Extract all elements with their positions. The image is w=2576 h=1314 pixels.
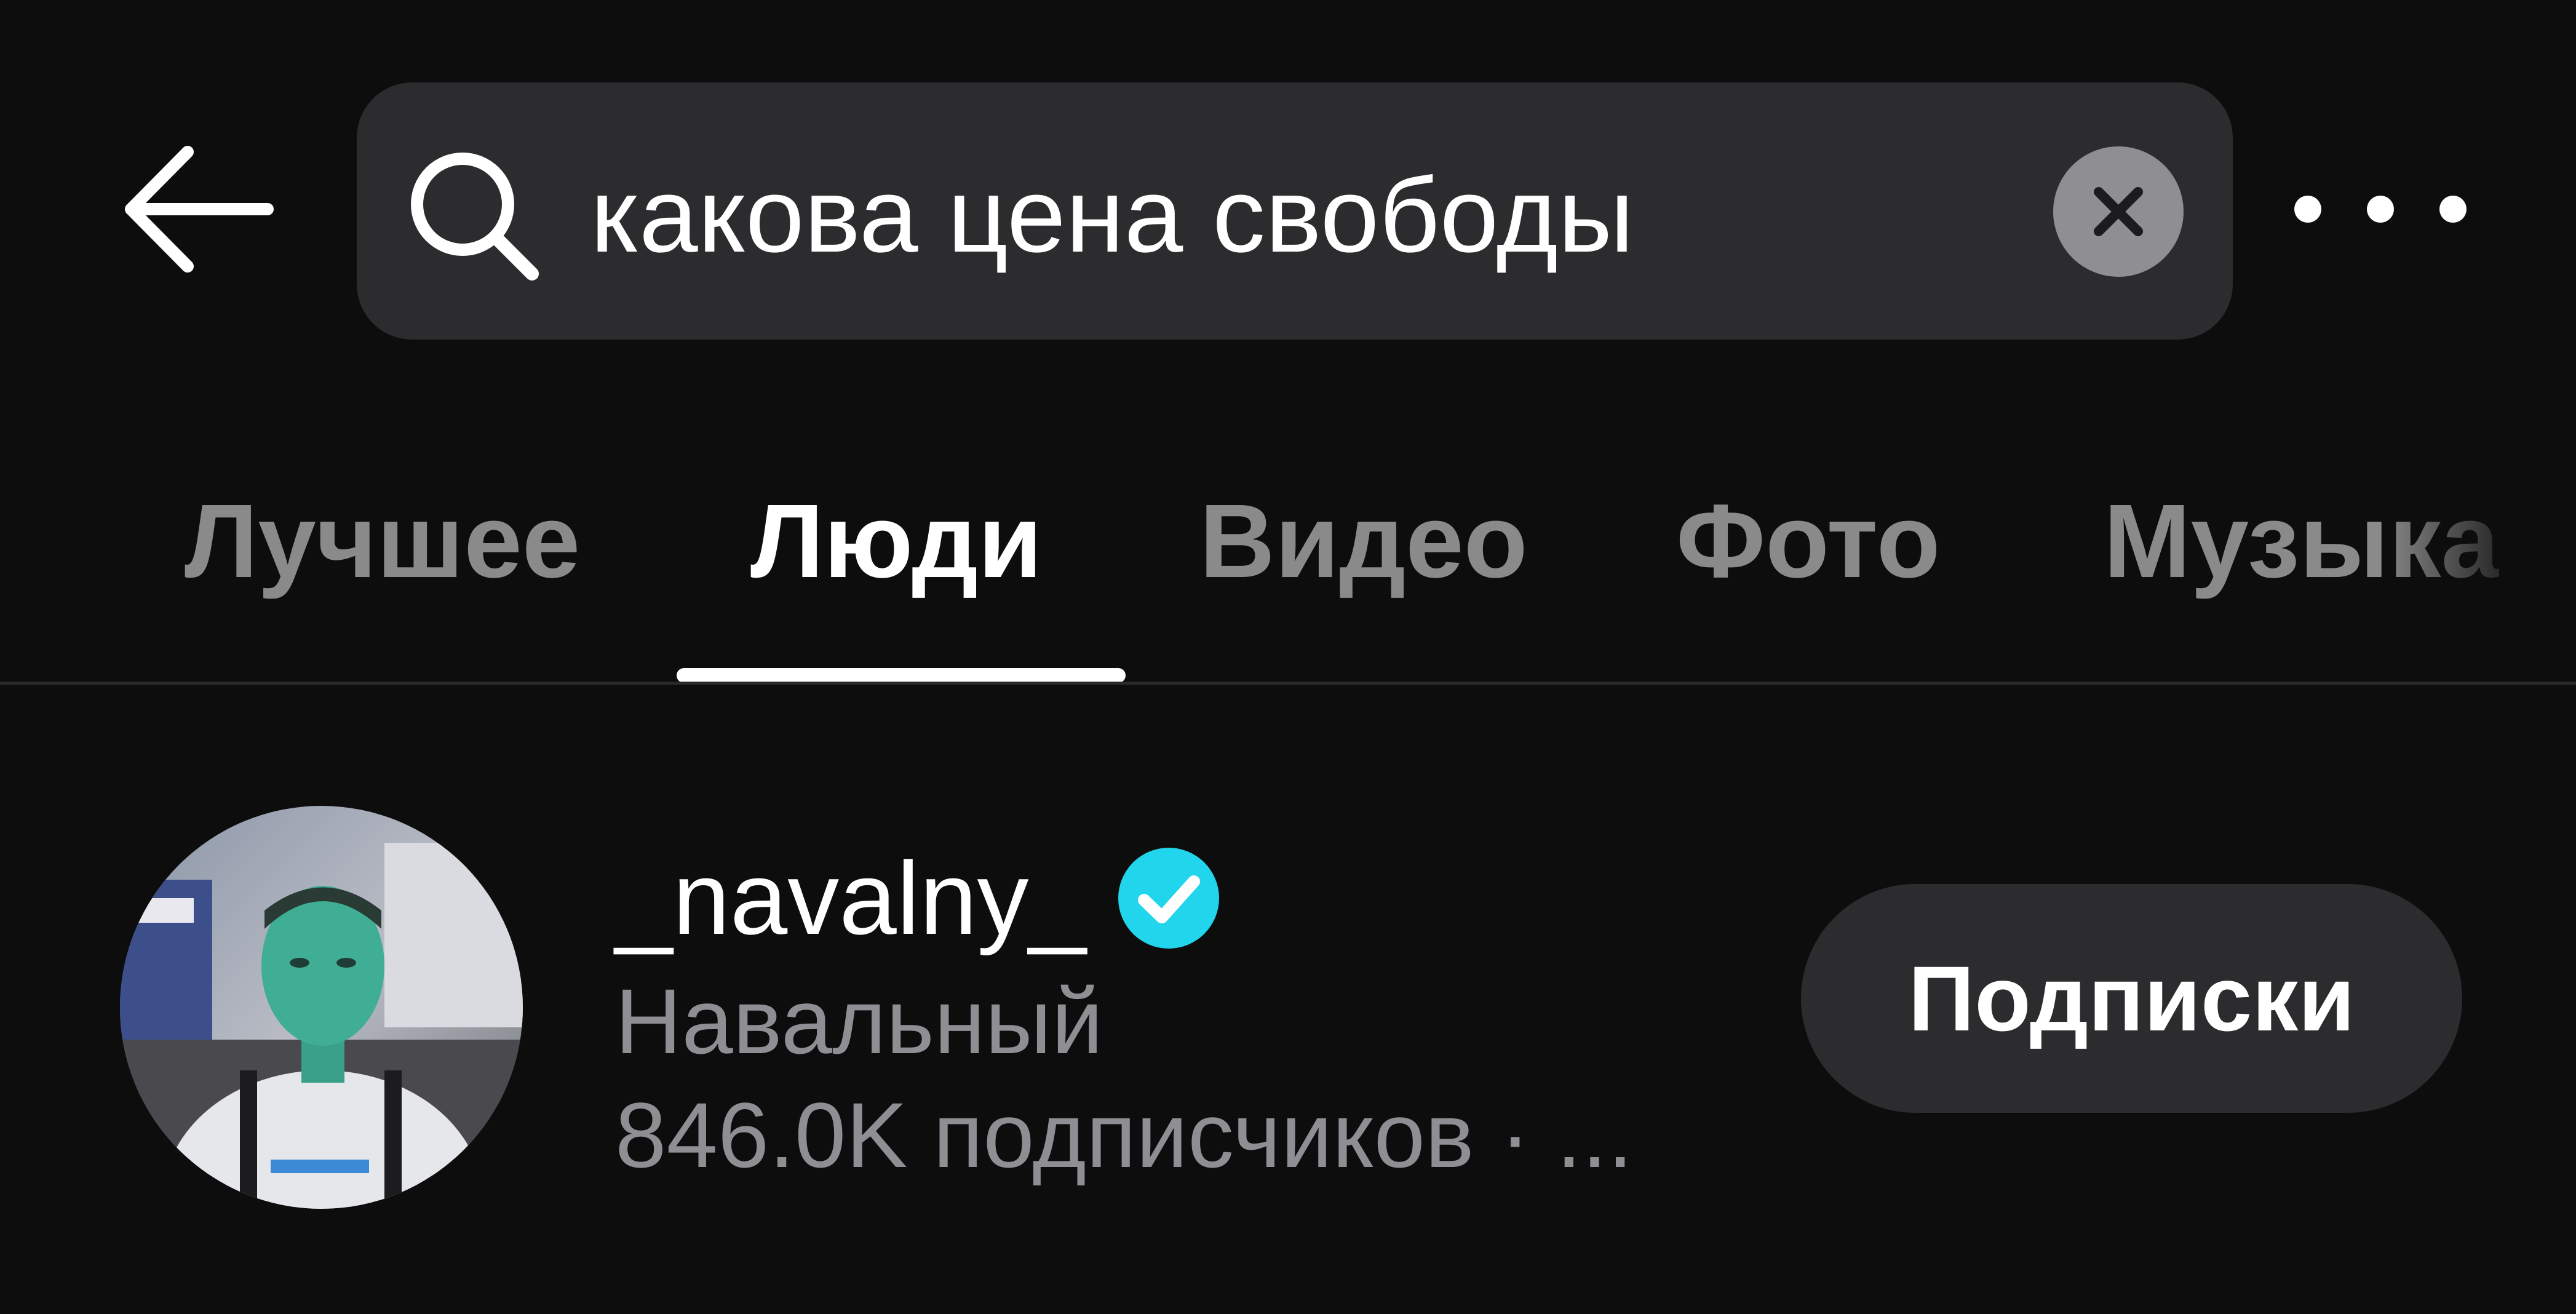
more-dot-icon	[2439, 196, 2467, 223]
tab-video[interactable]: Видео	[1199, 468, 1528, 615]
more-options-button[interactable]	[2294, 166, 2467, 252]
avatar[interactable]	[120, 806, 523, 1209]
tabs-divider	[0, 682, 2576, 685]
more-dot-icon	[2294, 196, 2321, 223]
active-tab-indicator	[677, 668, 1126, 683]
tab-best[interactable]: Лучшее	[185, 468, 580, 615]
clear-search-button[interactable]	[2053, 146, 2184, 277]
back-button[interactable]	[117, 141, 277, 277]
verified-badge-icon	[1118, 848, 1219, 949]
arrow-left-icon	[125, 146, 274, 273]
following-button[interactable]: Подписки	[1801, 884, 2462, 1113]
avatar-photo	[120, 806, 523, 1209]
tab-people[interactable]: Люди	[750, 468, 1043, 615]
tab-music[interactable]: Музыка	[2104, 468, 2499, 615]
search-input[interactable]	[590, 123, 2005, 308]
result-username[interactable]: _navalny_	[615, 837, 1086, 960]
more-dot-icon	[2367, 196, 2394, 223]
result-display-name: Навальный	[615, 970, 1103, 1073]
close-icon	[2094, 187, 2143, 236]
result-followers-count: 846.0K подписчиков · ...	[615, 1083, 1633, 1187]
search-icon	[411, 153, 539, 281]
tab-photo[interactable]: Фото	[1676, 468, 1941, 615]
